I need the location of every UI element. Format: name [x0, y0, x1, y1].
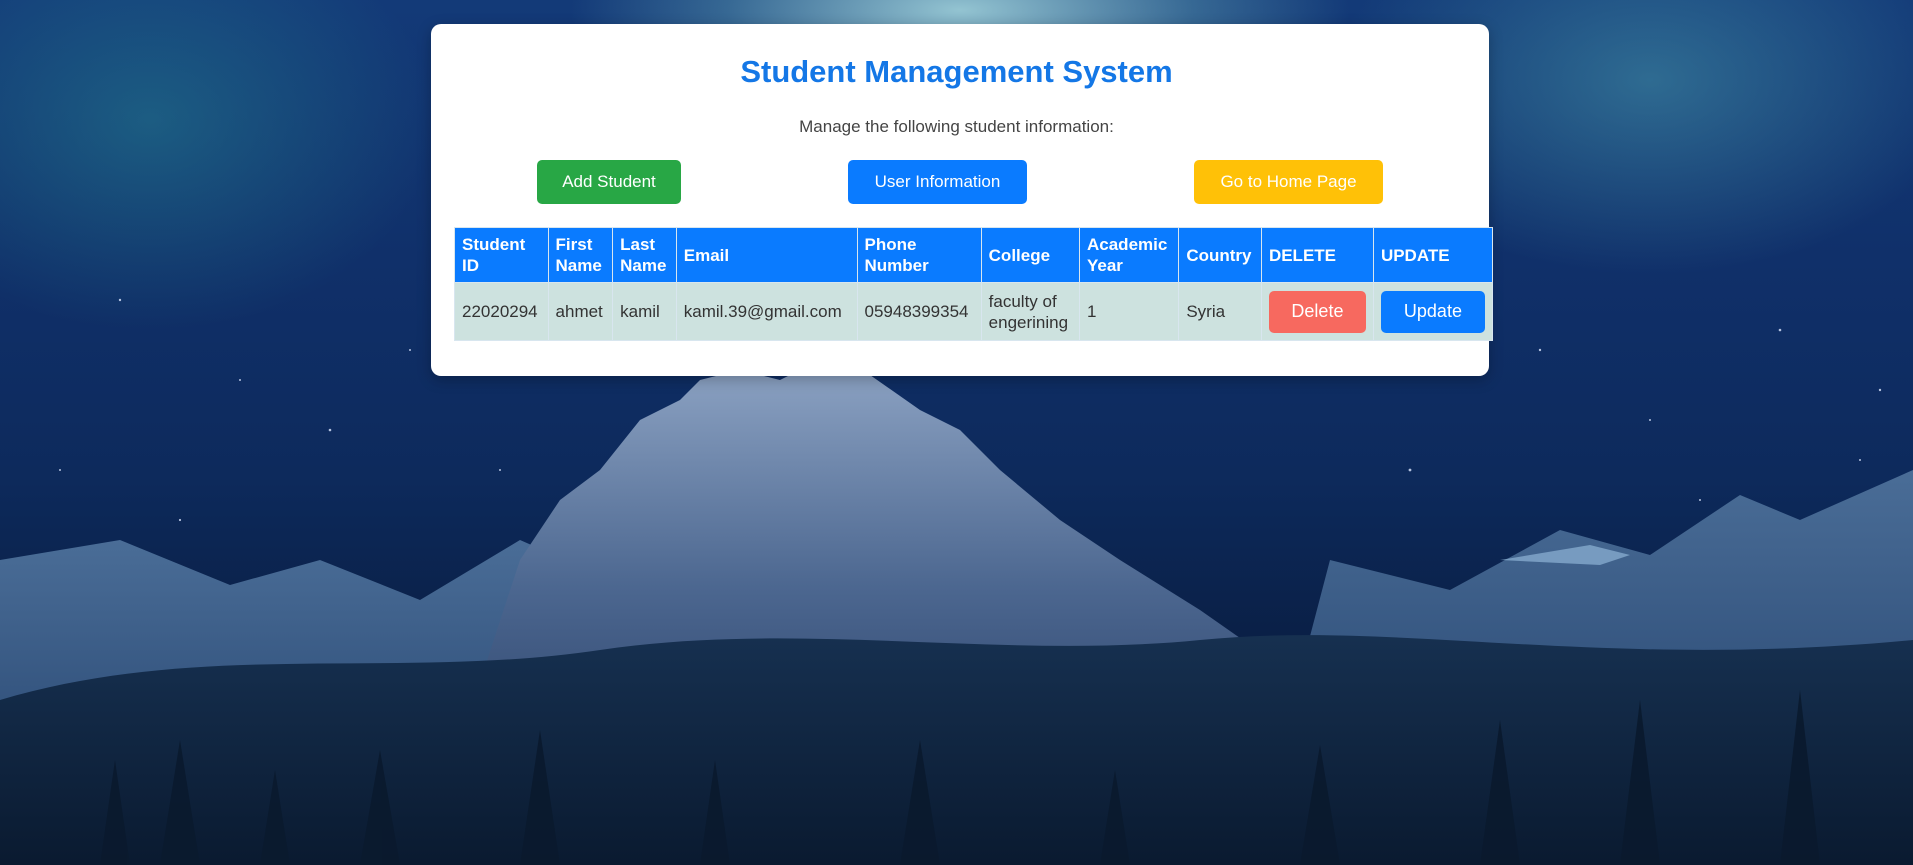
- page-subtitle: Manage the following student information…: [799, 117, 1114, 136]
- user-information-button[interactable]: User Information: [848, 160, 1027, 204]
- cell-phone: 05948399354: [856, 282, 982, 341]
- column-header-college: College: [980, 227, 1081, 283]
- cell-delete: Delete: [1260, 282, 1374, 341]
- column-header-country: Country: [1178, 227, 1262, 283]
- delete-button[interactable]: Delete: [1268, 290, 1366, 333]
- column-header-student-id: Student ID: [454, 227, 549, 283]
- column-header-last-name: Last Name: [612, 227, 677, 283]
- cell-academic-year: 1: [1078, 282, 1180, 341]
- page-title: Student Management System: [740, 54, 1173, 89]
- cell-student-id: 22020294: [454, 282, 549, 341]
- cell-update: Update: [1372, 282, 1494, 341]
- column-header-delete: DELETE: [1260, 227, 1374, 283]
- column-header-email: Email: [675, 227, 858, 283]
- column-header-phone: Phone Number: [856, 227, 982, 283]
- table-row: 22020294 ahmet kamil kamil.39@gmail.com …: [454, 282, 1494, 341]
- column-header-academic-year: Academic Year: [1078, 227, 1180, 283]
- column-header-first-name: First Name: [547, 227, 614, 283]
- cell-last-name: kamil: [612, 282, 677, 341]
- students-table: Student ID First Name Last Name Email Ph…: [454, 227, 1494, 341]
- cell-first-name: ahmet: [547, 282, 614, 341]
- home-page-button[interactable]: Go to Home Page: [1194, 160, 1383, 204]
- column-header-update: UPDATE: [1372, 227, 1494, 283]
- cell-country: Syria: [1178, 282, 1262, 341]
- cell-college: faculty of engerining: [980, 282, 1081, 341]
- add-student-button[interactable]: Add Student: [537, 160, 681, 204]
- cell-email: kamil.39@gmail.com: [675, 282, 858, 341]
- table-header-row: Student ID First Name Last Name Email Ph…: [454, 227, 1494, 283]
- update-button[interactable]: Update: [1380, 290, 1485, 333]
